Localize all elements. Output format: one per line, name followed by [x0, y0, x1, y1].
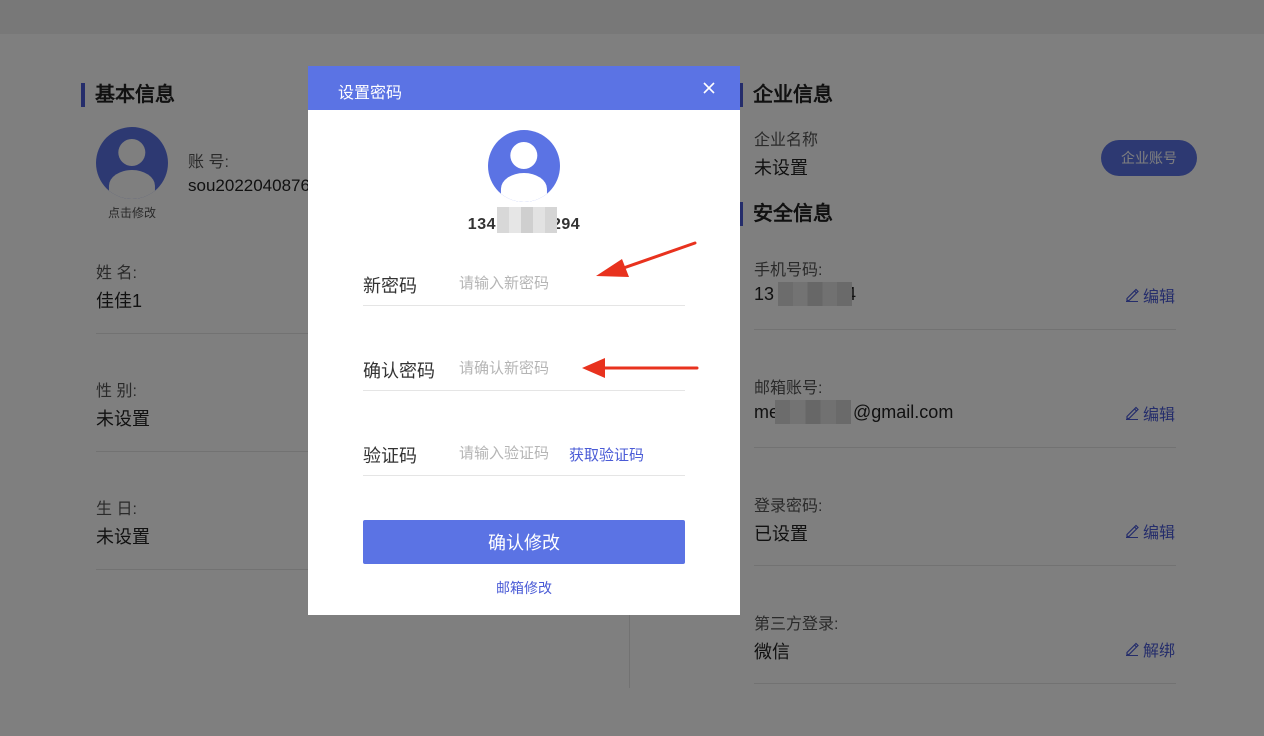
close-icon — [703, 82, 715, 94]
verification-code-row: 验证码 获取验证码 — [363, 432, 685, 476]
verification-code-input[interactable] — [459, 441, 569, 465]
user-icon-head — [510, 141, 538, 169]
confirm-password-row: 确认密码 — [363, 347, 685, 391]
verification-code-label: 验证码 — [363, 446, 417, 466]
new-password-row: 新密码 — [363, 262, 685, 306]
dialog-title: 设置密码 — [338, 85, 403, 102]
confirm-change-button[interactable]: 确认修改 — [363, 520, 685, 564]
dialog-avatar — [488, 130, 560, 202]
dialog-header: 设置密码 — [308, 66, 740, 110]
user-icon-body — [500, 173, 548, 202]
set-password-dialog: 设置密码 134294 新密码 确认密码 验证码 获取验证码 确认修改 邮箱修改 — [308, 66, 740, 615]
email-change-link[interactable]: 邮箱修改 — [308, 578, 740, 598]
confirm-password-input[interactable] — [459, 356, 569, 380]
get-code-link[interactable]: 获取验证码 — [569, 444, 644, 465]
new-password-input[interactable] — [459, 271, 569, 295]
close-button[interactable] — [698, 77, 720, 99]
confirm-password-label: 确认密码 — [363, 361, 435, 381]
new-password-label: 新密码 — [363, 276, 417, 296]
dialog-phone-redaction — [497, 207, 557, 233]
dialog-phone-prefix: 134 — [467, 216, 496, 233]
